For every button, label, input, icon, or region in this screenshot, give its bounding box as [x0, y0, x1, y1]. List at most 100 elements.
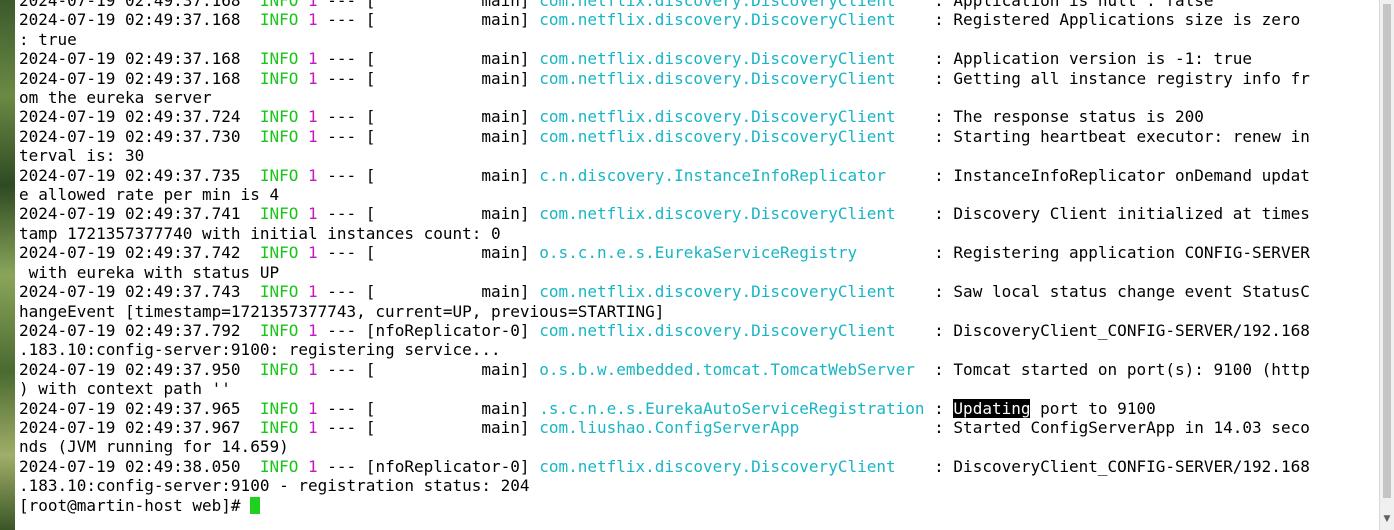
log-separator: --- [	[317, 49, 376, 69]
log-padding	[896, 457, 935, 476]
log-line: 2024-07-19 02:49:37.965 INFO 1 --- [ mai…	[19, 398, 1156, 418]
log-padding	[896, 127, 935, 146]
log-timestamp: 2024-07-19 02:49:37.168	[19, 0, 241, 10]
log-thread: nfoReplicator-0]	[375, 456, 540, 476]
log-separator: --- [	[317, 126, 376, 146]
log-separator: --- [	[317, 417, 376, 437]
log-timestamp: 2024-07-19 02:49:37.742	[19, 243, 241, 263]
log-pid: 1	[308, 243, 318, 263]
log-thread: main]	[375, 49, 540, 69]
log-logger: c.n.discovery.InstanceInfoReplicator	[539, 165, 886, 185]
log-level: INFO	[259, 165, 299, 185]
log-line: 2024-07-19 02:49:37.967 INFO 1 --- [ mai…	[19, 418, 1310, 456]
log-line: 2024-07-19 02:49:37.741 INFO 1 --- [ mai…	[19, 204, 1310, 242]
log-timestamp: 2024-07-19 02:49:37.724	[19, 107, 241, 127]
log-padding	[896, 321, 935, 340]
log-timestamp: 2024-07-19 02:49:37.741	[19, 204, 241, 224]
log-pid: 1	[308, 49, 318, 69]
log-separator: --- [	[317, 320, 376, 340]
log-thread: main]	[375, 359, 540, 379]
log-thread: main]	[375, 0, 540, 10]
log-level: INFO	[259, 359, 299, 379]
log-thread: main]	[375, 282, 540, 302]
log-line: 2024-07-19 02:49:37.792 INFO 1 --- [nfoR…	[19, 321, 1310, 359]
log-level: INFO	[259, 282, 299, 302]
log-separator: --- [	[317, 456, 376, 476]
log-separator: --- [	[317, 10, 376, 30]
log-level: INFO	[259, 456, 299, 476]
log-logger: .s.c.n.e.s.EurekaAutoServiceRegistration	[539, 398, 925, 418]
log-thread: main]	[375, 243, 540, 263]
shell-prompt: [root@martin-host web]#	[19, 495, 251, 515]
log-padding	[886, 166, 934, 185]
log-timestamp: 2024-07-19 02:49:37.168	[19, 49, 241, 69]
log-thread: main]	[375, 10, 540, 30]
log-timestamp: 2024-07-19 02:49:38.050	[19, 456, 241, 476]
log-logger: com.netflix.discovery.DiscoveryClient	[539, 49, 896, 69]
log-separator: --- [	[317, 243, 376, 263]
log-thread: main]	[375, 417, 540, 437]
log-timestamp: 2024-07-19 02:49:37.730	[19, 126, 241, 146]
log-pid: 1	[308, 417, 318, 437]
log-level: INFO	[259, 417, 299, 437]
log-line: 2024-07-19 02:49:37.743 INFO 1 --- [ mai…	[19, 282, 1310, 320]
log-line: 2024-07-19 02:49:37.168 INFO 1 --- [ mai…	[19, 0, 1214, 10]
log-logger: com.netflix.discovery.DiscoveryClient	[539, 10, 896, 30]
log-line: 2024-07-19 02:49:37.168 INFO 1 --- [ mai…	[19, 49, 1252, 68]
log-logger: com.netflix.discovery.DiscoveryClient	[539, 126, 896, 146]
log-logger: com.netflix.discovery.DiscoveryClient	[539, 456, 896, 476]
log-level: INFO	[259, 68, 299, 88]
log-logger: com.netflix.discovery.DiscoveryClient	[539, 68, 896, 88]
log-timestamp: 2024-07-19 02:49:37.168	[19, 68, 241, 88]
scroll-down-arrow-icon[interactable]: ▼	[1382, 514, 1392, 524]
log-level: INFO	[259, 0, 299, 10]
log-line: 2024-07-19 02:49:37.730 INFO 1 --- [ mai…	[19, 127, 1310, 165]
log-logger: com.netflix.discovery.DiscoveryClient	[539, 107, 896, 127]
log-level: INFO	[259, 126, 299, 146]
log-level: INFO	[259, 10, 299, 30]
log-timestamp: 2024-07-19 02:49:37.168	[19, 10, 241, 30]
log-separator: --- [	[317, 359, 376, 379]
log-pid: 1	[308, 282, 318, 302]
log-logger: com.netflix.discovery.DiscoveryClient	[539, 282, 896, 302]
log-message: : The response status is 200	[934, 107, 1204, 127]
log-level: INFO	[259, 49, 299, 69]
log-line: 2024-07-19 02:49:37.724 INFO 1 --- [ mai…	[19, 107, 1204, 126]
log-message-prefix: :	[934, 398, 954, 418]
log-timestamp: 2024-07-19 02:49:37.743	[19, 282, 241, 302]
scrollbar-thumb[interactable]	[1383, 4, 1391, 498]
log-thread: main]	[375, 204, 540, 224]
log-pid: 1	[308, 0, 318, 10]
log-padding	[896, 69, 935, 88]
log-padding	[925, 399, 935, 418]
log-level: INFO	[259, 398, 299, 418]
log-padding	[896, 107, 935, 126]
log-logger: com.liushao.ConfigServerApp	[539, 417, 800, 437]
log-timestamp: 2024-07-19 02:49:37.792	[19, 320, 241, 340]
log-thread: main]	[375, 68, 540, 88]
log-line: 2024-07-19 02:49:37.168 INFO 1 --- [ mai…	[19, 10, 1300, 48]
log-pid: 1	[308, 320, 318, 340]
log-pid: 1	[308, 165, 318, 185]
log-line: 2024-07-19 02:49:37.950 INFO 1 --- [ mai…	[19, 360, 1310, 398]
log-separator: --- [	[317, 398, 376, 418]
log-level: INFO	[259, 204, 299, 224]
vertical-scrollbar[interactable]: ▼	[1379, 0, 1394, 530]
log-separator: --- [	[317, 68, 376, 88]
log-level: INFO	[259, 107, 299, 127]
log-pid: 1	[308, 204, 318, 224]
log-logger: com.netflix.discovery.DiscoveryClient	[539, 204, 896, 224]
log-padding	[896, 10, 935, 29]
log-thread: main]	[375, 126, 540, 146]
log-pid: 1	[308, 68, 318, 88]
selected-text: Updating	[953, 398, 1031, 418]
log-separator: --- [	[317, 204, 376, 224]
log-thread: main]	[375, 398, 540, 418]
log-padding	[896, 204, 935, 223]
terminal-window[interactable]: 2024-07-19 02:49:37.168 INFO 1 --- [ mai…	[15, 0, 1379, 530]
log-padding	[896, 0, 935, 10]
log-padding	[857, 243, 934, 262]
log-level: INFO	[259, 320, 299, 340]
log-padding	[896, 49, 935, 68]
log-pid: 1	[308, 10, 318, 30]
